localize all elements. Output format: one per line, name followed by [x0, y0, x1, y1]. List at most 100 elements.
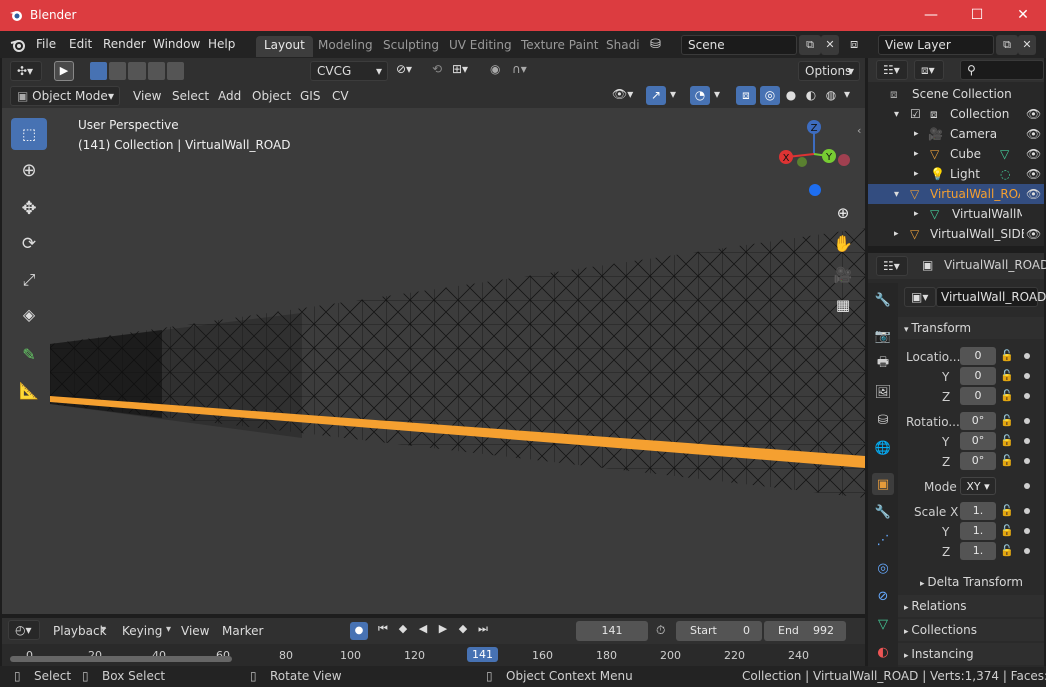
lock-icon[interactable]: 🔓 [1000, 349, 1014, 362]
scene-icon[interactable]: ⛁ [650, 37, 661, 52]
location-x-field[interactable]: 0 [960, 347, 996, 365]
tool-tab-icon[interactable]: 🔧 [872, 289, 894, 311]
lock-icon[interactable]: 🔓 [1000, 434, 1014, 447]
delta-transform-subpanel[interactable]: ▸ Delta Transform [920, 575, 1023, 589]
next-keyframe-icon[interactable]: ◆ [454, 622, 472, 640]
material-shading-icon[interactable]: ◐ [802, 86, 820, 105]
prev-keyframe-icon[interactable]: ◆ [394, 622, 412, 640]
select-intersect-icon[interactable] [166, 62, 185, 80]
object-name-field[interactable]: VirtualWall_ROAD [936, 287, 1046, 307]
new-view-layer-icon[interactable]: ⧉ [996, 35, 1018, 55]
outliner-search[interactable]: ⚲ [960, 60, 1044, 80]
minimize-button[interactable]: — [908, 0, 954, 31]
blender-menu-icon[interactable] [10, 37, 26, 53]
keyframe-dot-icon[interactable] [1024, 418, 1030, 424]
scale-tool-icon[interactable]: ⤢ [11, 264, 47, 296]
eye-icon[interactable]: 👁 [1026, 107, 1041, 121]
menu-add[interactable]: Add [213, 87, 246, 106]
render-tab-icon[interactable]: 📷 [872, 325, 894, 347]
object-selector[interactable]: ▣▾ [904, 287, 936, 307]
solid-shading-icon[interactable]: ● [782, 86, 800, 105]
rotation-mode-dropdown[interactable]: XY ▾ [960, 477, 996, 495]
transform-panel-header[interactable]: ▾ Transform [898, 317, 1044, 339]
proportional-edit-icon[interactable]: ◉ [490, 62, 500, 76]
lock-icon[interactable]: 🔓 [1000, 389, 1014, 402]
navigation-gizmo[interactable]: Z X Y [774, 116, 854, 206]
keying-dropdown-icon[interactable]: ▾ [166, 624, 171, 635]
outliner-row[interactable]: ▸ 💡 Light ◌ 👁 [868, 164, 1044, 184]
tab-texture-paint[interactable]: Texture Paint [513, 36, 606, 57]
wireframe-shading-icon[interactable]: ◎ [760, 86, 780, 105]
clock-icon[interactable]: ⏱ [656, 623, 665, 638]
gizmo-toggle-icon[interactable]: ↗ [646, 86, 666, 105]
ortho-grid-icon[interactable]: ▦ [830, 292, 856, 318]
modifier-tab-icon[interactable]: 🔧 [872, 501, 894, 523]
maximize-button[interactable]: ☐ [954, 0, 1000, 31]
rotate-tool-icon[interactable]: ⟳ [11, 228, 47, 260]
rotation-x-field[interactable]: 0° [960, 412, 996, 430]
outliner-row[interactable]: ▸ ▽ VirtualWall_SIDE 👁 [868, 224, 1044, 244]
eye-icon[interactable]: 👁 [1026, 127, 1041, 141]
view-layer-icon[interactable]: ⧈ [850, 37, 858, 52]
pan-hand-icon[interactable]: ✋ [830, 230, 856, 256]
location-y-field[interactable]: 0 [960, 367, 996, 385]
scale-x-field[interactable]: 1. [960, 502, 996, 520]
menu-view[interactable]: View [128, 87, 166, 106]
world-tab-icon[interactable]: 🌐 [872, 437, 894, 459]
playback-dropdown-icon[interactable]: ▾ [101, 624, 106, 635]
current-frame-field[interactable]: 141 [576, 621, 648, 641]
menu-select[interactable]: Select [167, 87, 214, 106]
rotation-z-field[interactable]: 0° [960, 452, 996, 470]
timeline-scrollbar[interactable] [10, 656, 232, 662]
select-invert-icon[interactable] [147, 62, 165, 80]
cursor-tool-icon[interactable]: ⊕ [11, 154, 47, 186]
gizmo-dropdown-icon[interactable]: ▾ [670, 87, 676, 101]
tab-sculpting[interactable]: Sculpting [375, 36, 447, 57]
checkbox-icon[interactable]: ☑ [910, 107, 921, 121]
move-tool-icon[interactable]: ✥ [11, 192, 47, 224]
snap-icon[interactable]: ⟲ [432, 62, 442, 76]
keyframe-dot-icon[interactable] [1024, 508, 1030, 514]
constraints-tab-icon[interactable]: ⊘ [872, 585, 894, 607]
rendered-shading-icon[interactable]: ◍ [822, 86, 840, 105]
sidebar-toggle-icon[interactable]: ‹ [857, 124, 861, 137]
menu-edit[interactable]: Edit [69, 37, 92, 51]
keyframe-dot-icon[interactable] [1024, 373, 1030, 379]
transform-tool-icon[interactable]: ◈ [11, 298, 47, 330]
scene-tab-icon[interactable]: ⛁ [872, 409, 894, 431]
eye-icon[interactable]: 👁 [1026, 187, 1041, 201]
menu-object[interactable]: Object [247, 87, 296, 106]
outliner-row[interactable]: ▸ 🎥 Camera 👁 [868, 124, 1044, 144]
menu-window[interactable]: Window [153, 37, 200, 51]
select-subtract-icon[interactable] [128, 62, 146, 80]
keyframe-dot-icon[interactable] [1024, 353, 1030, 359]
keyframe-dot-icon[interactable] [1024, 528, 1030, 534]
annotate-tool-icon[interactable]: ✎ [11, 338, 47, 370]
keyframe-dot-icon[interactable] [1024, 458, 1030, 464]
physics-tab-icon[interactable]: ◎ [872, 557, 894, 579]
tab-layout[interactable]: Layout [256, 36, 313, 57]
relations-panel-header[interactable]: ▸ Relations [898, 595, 1044, 617]
eye-icon[interactable]: 👁 [1026, 147, 1041, 161]
collections-panel-header[interactable]: ▸ Collections [898, 619, 1044, 641]
menu-file[interactable]: File [36, 37, 56, 51]
select-extend-icon[interactable] [109, 62, 127, 80]
expand-arrow-icon[interactable]: ▸ [914, 149, 919, 159]
delete-view-layer-icon[interactable]: ✕ [1018, 35, 1036, 55]
expand-arrow-icon[interactable]: ▸ [914, 129, 919, 139]
timeline-editor-type[interactable]: ◴▾ [8, 620, 40, 640]
expand-arrow-icon[interactable]: ▸ [914, 169, 919, 179]
select-new-icon[interactable] [90, 62, 108, 80]
eye-icon[interactable]: 👁 [1026, 167, 1041, 181]
outliner-editor-type[interactable]: ☷▾ [876, 60, 908, 80]
particles-tab-icon[interactable]: ⋰ [872, 529, 894, 551]
material-tab-icon[interactable]: ◐ [872, 641, 894, 663]
overlay-dropdown-icon[interactable]: ▾ [714, 87, 720, 101]
record-icon[interactable]: ● [350, 622, 368, 640]
expand-arrow-icon[interactable]: ▾ [894, 189, 899, 200]
playhead[interactable]: 141 [467, 647, 498, 662]
delete-scene-icon[interactable]: ✕ [821, 35, 839, 55]
lock-icon[interactable]: 🔓 [1000, 414, 1014, 427]
data-tab-icon[interactable]: ▽ [872, 613, 894, 635]
camera-view-icon[interactable]: 🎥 [830, 262, 856, 288]
